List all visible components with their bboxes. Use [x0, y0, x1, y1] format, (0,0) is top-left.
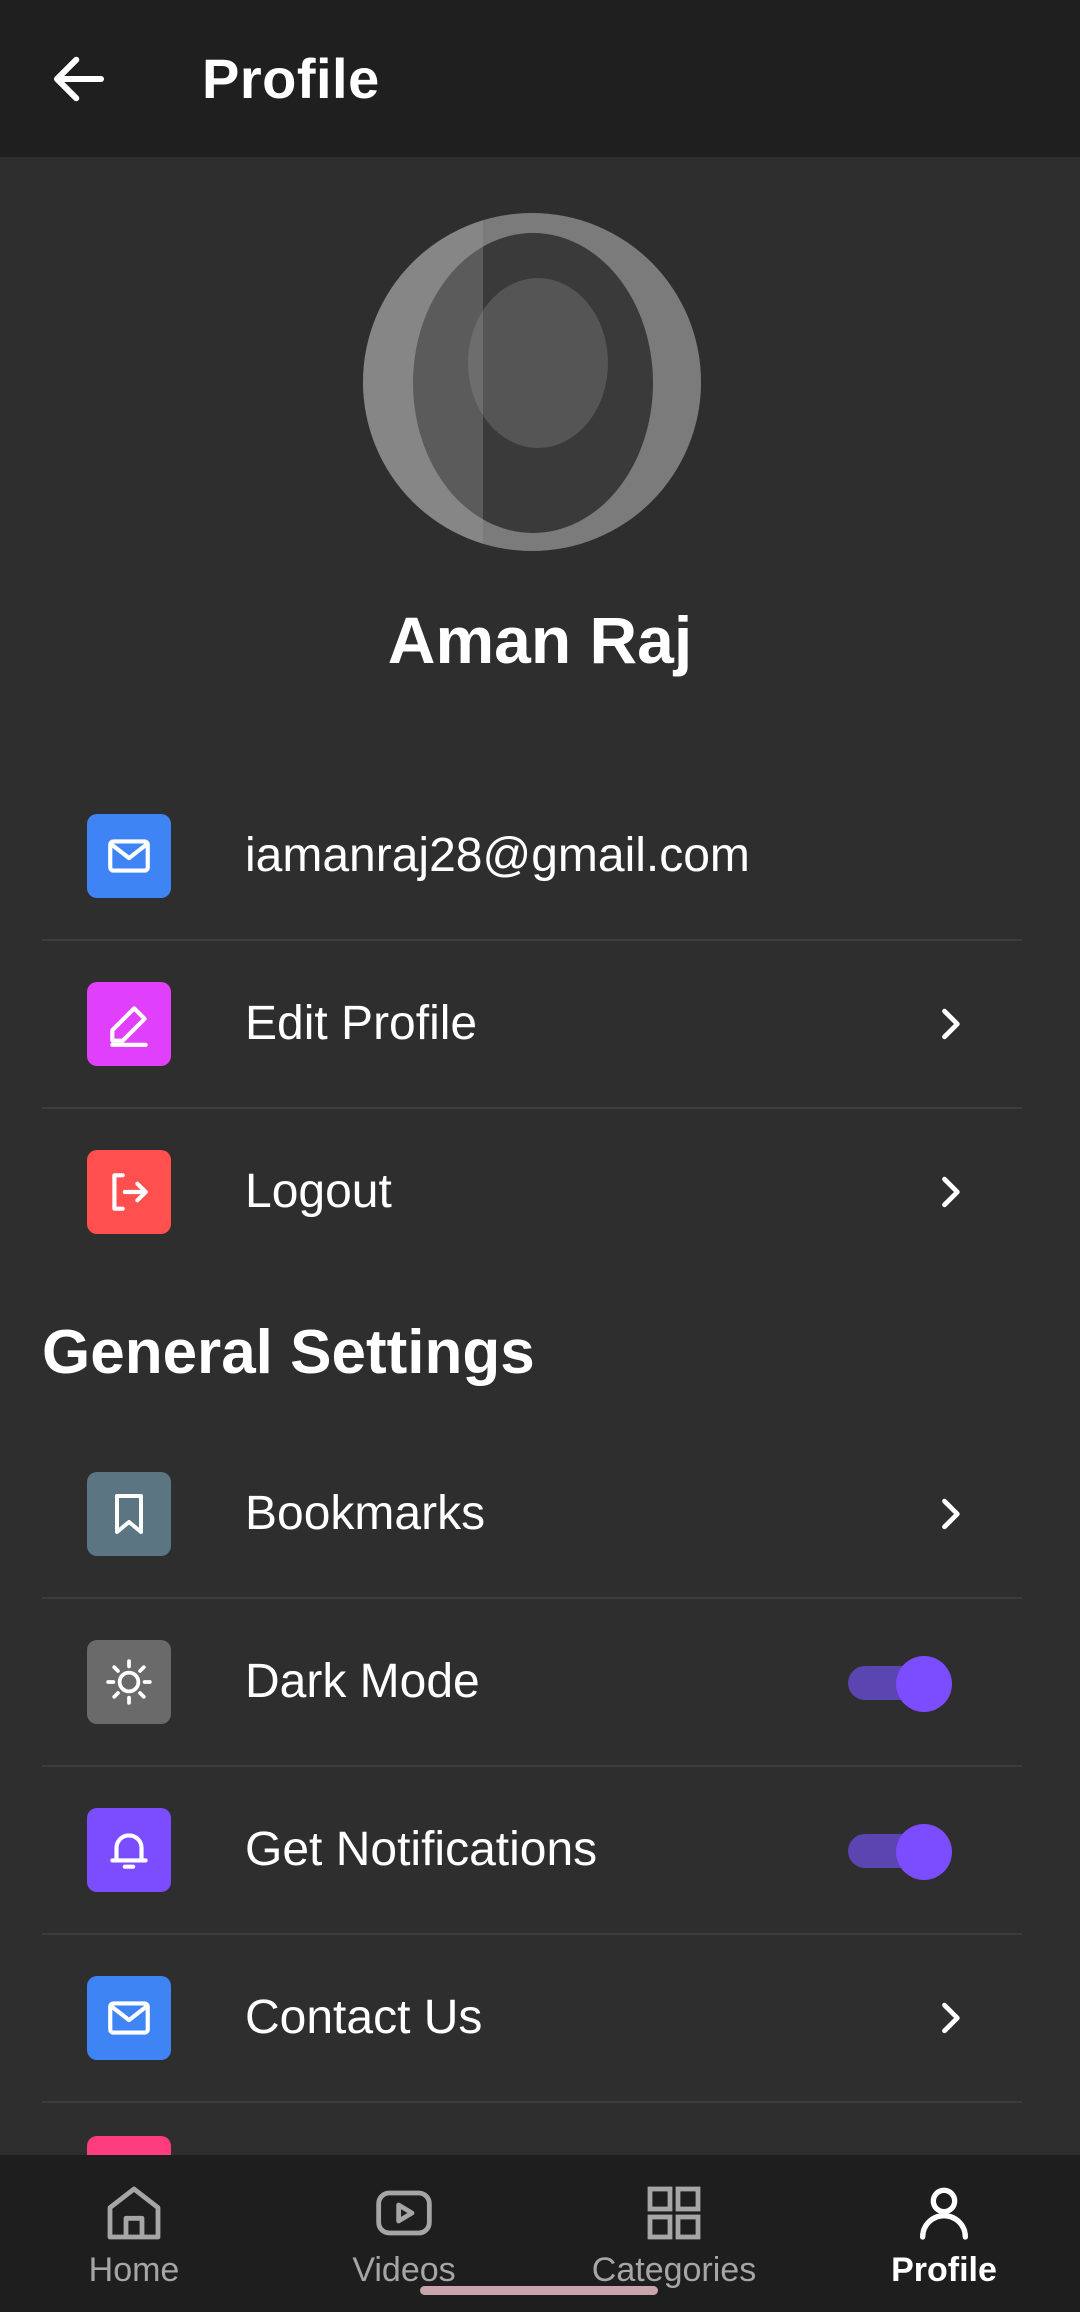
bookmark-icon [87, 1472, 171, 1556]
back-button[interactable] [46, 46, 112, 112]
dark-mode-toggle[interactable] [848, 1656, 952, 1712]
bookmarks-row[interactable]: Bookmarks [42, 1431, 1022, 1599]
notifications-toggle[interactable] [848, 1824, 952, 1880]
chevron-right-icon [942, 1498, 960, 1530]
mail-icon [87, 1976, 171, 2060]
avatar[interactable] [363, 213, 701, 551]
chevron-right-icon [942, 2002, 960, 2034]
nav-profile-label: Profile [891, 2251, 997, 2289]
settings-list: Bookmarks Dark Mode Get Notifications Co… [42, 1431, 1022, 2103]
edit-profile-row[interactable]: Edit Profile [42, 941, 1022, 1109]
dark-mode-row: Dark Mode [42, 1599, 1022, 1767]
logout-row[interactable]: Logout [42, 1109, 1022, 1275]
app-bar: Profile [0, 0, 1080, 157]
chevron-right-icon [942, 1176, 960, 1208]
bell-icon [87, 1808, 171, 1892]
person-icon [920, 2187, 968, 2240]
user-name: Aman Raj [387, 603, 693, 677]
sun-icon [87, 1640, 171, 1724]
mail-icon [87, 814, 171, 898]
grid-icon [647, 2186, 701, 2240]
contact-us-row[interactable]: Contact Us [42, 1935, 1022, 2103]
page-title: Profile [202, 47, 380, 110]
nav-videos-label: Videos [352, 2251, 456, 2289]
email-label: iamanraj28@gmail.com [245, 829, 750, 882]
avatar-photo [363, 213, 701, 551]
nav-home-label: Home [88, 2251, 180, 2289]
notifications-label: Get Notifications [245, 1823, 598, 1876]
video-icon [376, 2190, 432, 2236]
bookmarks-label: Bookmarks [245, 1487, 486, 1540]
logout-label: Logout [245, 1165, 392, 1218]
back-arrow-icon [53, 56, 105, 102]
home-indicator[interactable] [420, 2286, 658, 2295]
email-row: iamanraj28@gmail.com [42, 773, 1022, 941]
section-title-general-settings: General Settings [42, 1318, 535, 1387]
home-icon [107, 2186, 161, 2240]
nav-profile[interactable]: Profile [834, 2155, 1054, 2312]
nav-categories-label: Categories [591, 2251, 757, 2289]
account-list: iamanraj28@gmail.com Edit Profile Logout [42, 773, 1022, 1275]
dark-mode-label: Dark Mode [245, 1655, 480, 1708]
toggle-thumb [896, 1656, 952, 1712]
edit-icon [87, 982, 171, 1066]
logout-icon [87, 1150, 171, 1234]
notifications-row: Get Notifications [42, 1767, 1022, 1935]
contact-us-label: Contact Us [245, 1991, 483, 2044]
toggle-thumb [896, 1824, 952, 1880]
nav-home[interactable]: Home [24, 2155, 244, 2312]
edit-profile-label: Edit Profile [245, 997, 478, 1050]
chevron-right-icon [942, 1008, 960, 1040]
